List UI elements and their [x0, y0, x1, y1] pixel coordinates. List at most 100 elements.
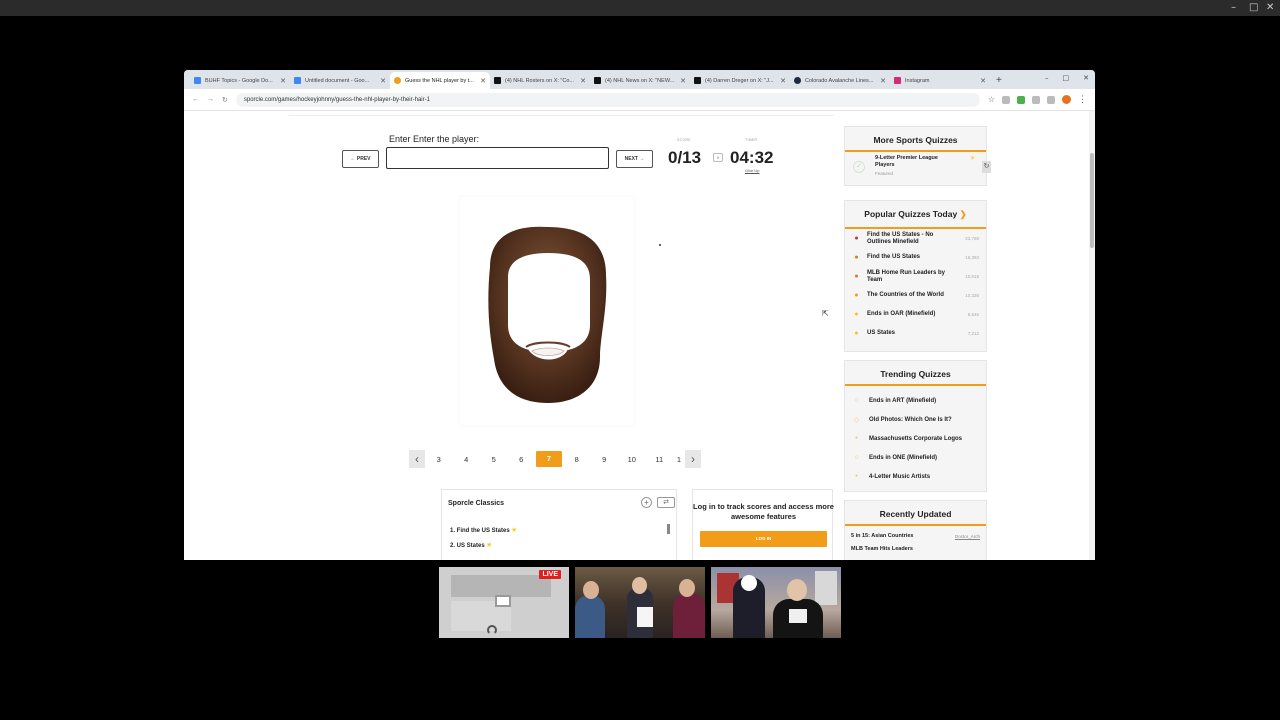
page-3[interactable]: 3	[425, 455, 453, 464]
menu-kebab-icon[interactable]: ⋮	[1078, 94, 1087, 105]
page-10[interactable]: 10	[618, 455, 646, 464]
close-icon[interactable]: ✕	[1266, 2, 1274, 13]
lightbulb-icon: ☀	[511, 528, 517, 534]
tab-close-icon[interactable]: ✕	[480, 77, 486, 85]
avalanche-icon	[794, 77, 801, 84]
page-6[interactable]: 6	[508, 455, 536, 464]
bookmark-star-icon[interactable]: ☆	[988, 95, 995, 104]
mouse-cursor-icon: ⇱	[822, 309, 829, 318]
docs-icon	[294, 77, 301, 84]
popular-quizzes-box: Popular Quizzes Today ❯ ● Find the US Sta…	[844, 200, 987, 352]
screen-share-thumbnail[interactable]: LIVE	[439, 567, 569, 638]
classic-item[interactable]: 1. Find the US States ☀	[450, 527, 517, 534]
back-icon[interactable]: ←	[192, 96, 199, 103]
add-icon[interactable]: +	[641, 497, 652, 508]
browser-window: BUHF Topics - Google Do... ✕ Untitled doc…	[184, 70, 1095, 560]
recent-item[interactable]: MLB Team Hits Leaders	[845, 540, 986, 552]
tab-close-icon[interactable]: ✕	[380, 77, 386, 85]
reload-icon[interactable]: ↻	[222, 96, 228, 104]
minimize-icon[interactable]: –	[1045, 74, 1049, 82]
page-scrollbar[interactable]	[1089, 111, 1095, 560]
tab-close-icon[interactable]: ✕	[580, 77, 586, 85]
popular-item[interactable]: ● Find the US States - No Outlines Minefi…	[845, 229, 986, 248]
tab-close-icon[interactable]: ✕	[980, 77, 986, 85]
page-content: Enter Enter the player: ← PREV NEXT → SC…	[184, 111, 1095, 560]
recent-item[interactable]: 5 in 15: Asian Countries Doctor_Arch	[845, 526, 986, 540]
tab-4[interactable]: (4) NHL News on X: "NEW... ✕	[590, 72, 690, 89]
page-8[interactable]: 8	[563, 455, 591, 464]
tab-0[interactable]: BUHF Topics - Google Do... ✕	[190, 72, 290, 89]
minimize-icon[interactable]: –	[1231, 2, 1236, 13]
scrollbar-thumb[interactable]	[1090, 153, 1094, 248]
trending-item[interactable]: ○ Ends in ONE (Minefield)	[845, 448, 986, 467]
trending-item[interactable]: ○ Ends in ART (Minefield)	[845, 391, 986, 410]
page-11[interactable]: 11	[646, 455, 674, 464]
lightbulb-icon: ☀	[486, 543, 492, 549]
camera-feed-1[interactable]	[575, 567, 705, 638]
next-button[interactable]: NEXT →	[616, 150, 653, 168]
x-icon	[694, 77, 701, 84]
more-sports-box: More Sports Quizzes ✓ 9-Letter Premier L…	[844, 126, 991, 186]
page-5[interactable]: 5	[480, 455, 508, 464]
login-button[interactable]: LOG IN	[700, 531, 827, 547]
trending-item[interactable]: • 4-Letter Music Artists	[845, 467, 986, 486]
page-9[interactable]: 9	[591, 455, 619, 464]
featured-badge: Featured	[875, 171, 894, 176]
forward-icon[interactable]: →	[207, 96, 214, 103]
refresh-icon[interactable]: ↻	[982, 161, 991, 173]
tab-2[interactable]: Guess the NHL player by t... ✕	[390, 72, 490, 89]
popular-item[interactable]: ● Find the US States 16,393	[845, 248, 986, 267]
classics-scrollbar[interactable]	[667, 524, 670, 534]
author-link[interactable]: Doctor_Arch	[955, 534, 980, 539]
more-sports-title: More Sports Quizzes	[845, 127, 986, 152]
tab-3[interactable]: (4) NHL Rosters on X: "Co... ✕	[490, 72, 590, 89]
maximize-icon[interactable]: □	[1249, 2, 1258, 13]
tab-close-icon[interactable]: ✕	[680, 77, 686, 85]
tab-close-icon[interactable]: ✕	[780, 77, 786, 85]
url-field[interactable]: sporcle.com/games/hockeyjohnny/guess-the…	[235, 92, 980, 107]
extension-icon[interactable]	[1017, 95, 1025, 104]
give-up-link[interactable]: Give Up	[745, 168, 759, 173]
profile-avatar[interactable]	[1062, 95, 1071, 104]
sporcle-classics-panel: Sporcle Classics + ⇄ 1. Find the US Stat…	[441, 489, 677, 560]
page-4[interactable]: 4	[453, 455, 481, 464]
new-tab-icon[interactable]: +	[990, 72, 1008, 89]
divider	[289, 115, 834, 116]
pager-next-icon[interactable]: ›	[685, 450, 701, 468]
tab-close-icon[interactable]: ✕	[280, 77, 286, 85]
page-next-partial[interactable]: 1	[673, 455, 685, 464]
prev-button[interactable]: ← PREV	[342, 150, 379, 168]
tab-6[interactable]: Colorado Avalanche Lines... ✕	[790, 72, 890, 89]
maximize-icon[interactable]: □	[1063, 74, 1070, 82]
answer-input[interactable]	[386, 147, 609, 169]
trend-icon: •	[855, 473, 858, 480]
recently-title: Recently Updated	[845, 501, 986, 526]
popular-item[interactable]: ● Ends in OAR (Minefield) 8,545	[845, 305, 986, 324]
popular-item[interactable]: ● The Countries of the World 10,336	[845, 286, 986, 305]
page-7-active[interactable]: 7	[536, 451, 562, 467]
camera-feed-2[interactable]	[711, 567, 841, 638]
trending-title: Trending Quizzes	[845, 361, 986, 386]
popular-item[interactable]: ● US States 7,212	[845, 324, 986, 343]
pager-prev-icon[interactable]: ‹	[409, 450, 425, 468]
chevron-right-icon[interactable]: ❯	[960, 209, 967, 219]
tab-close-icon[interactable]: ✕	[880, 77, 886, 85]
trending-item[interactable]: ◇ Old Photos: Which One Is It?	[845, 410, 986, 429]
live-badge: LIVE	[539, 570, 561, 579]
pause-button[interactable]: II	[713, 153, 723, 162]
trending-item[interactable]: • Massachusetts Corporate Logos	[845, 429, 986, 448]
close-icon[interactable]: ✕	[1083, 74, 1089, 82]
extension-icon[interactable]	[1002, 95, 1010, 104]
os-title-bar: – □ ✕	[0, 0, 1280, 16]
puzzle-icon[interactable]	[1032, 95, 1040, 104]
tab-5[interactable]: (4) Darren Dreger on X: "J... ✕	[690, 72, 790, 89]
more-sports-item[interactable]: ✓ 9-Letter Premier League Players Featur…	[845, 152, 991, 180]
shuffle-icon[interactable]: ⇄	[657, 497, 675, 508]
classic-item[interactable]: 2. US States ☀	[450, 542, 492, 549]
sidepanel-icon[interactable]	[1047, 95, 1055, 104]
popular-item[interactable]: ● MLB Home Run Leaders by Team 10,618	[845, 267, 986, 286]
login-promo-text: Log in to track scores and access more a…	[693, 502, 834, 521]
flame-icon: ●	[854, 292, 859, 299]
tab-1[interactable]: Untitled document - Goo... ✕	[290, 72, 390, 89]
tab-7[interactable]: Instagram ✕	[890, 72, 990, 89]
